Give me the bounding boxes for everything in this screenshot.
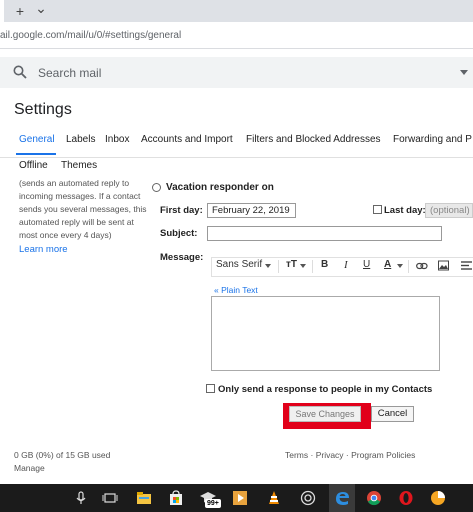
footer-links[interactable]: Terms · Privacy · Program Policies — [285, 450, 415, 460]
text-color-icon[interactable]: A — [384, 259, 391, 270]
browser-tab-strip: + ⌄ — [0, 0, 473, 22]
tab-accounts-and-import[interactable]: Accounts and Import — [141, 134, 233, 145]
vlc-icon[interactable] — [266, 490, 282, 506]
first-day-label: First day: — [160, 205, 203, 216]
tab-labels[interactable]: Labels — [66, 134, 95, 145]
tab-offline[interactable]: Offline — [19, 160, 48, 171]
vacation-description-line: sends you several messages, this — [19, 204, 147, 214]
last-day-checkbox[interactable] — [373, 205, 382, 214]
settings-tabs: General Labels Inbox Accounts and Import… — [0, 128, 473, 158]
tab-menu-button[interactable]: ⌄ — [32, 0, 50, 17]
tab-filters[interactable]: Filters and Blocked Addresses — [246, 134, 381, 145]
last-day-label: Last day: — [384, 205, 426, 216]
storage-usage: 0 GB (0%) of 15 GB used — [14, 450, 111, 460]
new-tab-button[interactable]: + — [11, 2, 29, 20]
opera-icon[interactable] — [398, 490, 414, 506]
vacation-on-label[interactable]: Vacation responder on — [166, 182, 274, 193]
url-text[interactable]: ail.google.com/mail/u/0/#settings/genera… — [0, 30, 181, 41]
subject-label: Subject: — [160, 228, 198, 239]
learn-more-link[interactable]: Learn more — [19, 244, 68, 255]
align-icon[interactable] — [461, 261, 472, 270]
subject-field[interactable] — [207, 226, 442, 241]
file-explorer-icon[interactable] — [136, 490, 152, 506]
search-input[interactable]: Search mail — [38, 66, 101, 80]
page-title: Settings — [14, 101, 72, 118]
chevron-down-icon[interactable] — [397, 264, 403, 268]
tab-themes[interactable]: Themes — [61, 160, 97, 171]
store-icon[interactable] — [168, 490, 184, 506]
last-day-field[interactable]: (optional) — [425, 203, 473, 218]
vacation-on-radio[interactable] — [152, 183, 161, 192]
tab-general[interactable]: General — [19, 134, 55, 145]
bold-icon[interactable]: B — [321, 259, 328, 270]
toolbar-divider — [312, 260, 313, 273]
chrome-icon[interactable] — [366, 490, 382, 506]
message-label: Message: — [160, 252, 204, 263]
font-size-icon[interactable]: тT — [286, 259, 297, 270]
edge-icon[interactable] — [334, 490, 350, 506]
tab-forwarding[interactable]: Forwarding and P — [393, 134, 472, 145]
italic-icon[interactable]: I — [344, 259, 348, 271]
notification-badge: 99+ — [205, 499, 221, 508]
toolbar-divider — [408, 260, 409, 273]
pie-chart-icon[interactable] — [430, 490, 446, 506]
font-select[interactable]: Sans Serif — [216, 259, 262, 270]
image-icon[interactable] — [438, 260, 449, 271]
chevron-down-icon[interactable] — [265, 264, 271, 268]
manage-storage-link[interactable]: Manage — [14, 463, 45, 473]
media-player-icon[interactable] — [232, 490, 248, 506]
contacts-only-checkbox[interactable] — [206, 384, 215, 393]
search-bar[interactable]: Search mail — [0, 57, 473, 88]
cancel-button[interactable]: Cancel — [371, 406, 414, 422]
active-tab-indicator — [16, 153, 56, 155]
vacation-description-line: automated reply will be sent at — [19, 217, 134, 227]
task-view-icon[interactable] — [102, 490, 118, 506]
toolbar-divider — [278, 260, 279, 273]
plain-text-link[interactable]: « Plain Text — [214, 285, 258, 295]
tab-edge — [0, 0, 4, 22]
search-icon[interactable] — [13, 65, 27, 79]
vacation-description-line: incoming messages. If a contact — [19, 191, 141, 201]
address-bar[interactable]: ail.google.com/mail/u/0/#settings/genera… — [0, 22, 473, 49]
search-options-icon[interactable] — [460, 70, 468, 75]
link-icon[interactable] — [416, 262, 428, 270]
chevron-down-icon[interactable] — [300, 264, 306, 268]
vacation-description-line: (sends an automated reply to — [19, 178, 130, 188]
contacts-only-label: Only send a response to people in my Con… — [218, 384, 433, 395]
message-editor[interactable] — [211, 296, 440, 371]
first-day-field[interactable]: February 22, 2019 — [207, 203, 296, 218]
microphone-icon[interactable] — [73, 490, 89, 506]
underline-icon[interactable]: U — [363, 259, 370, 270]
camera-icon[interactable] — [300, 490, 316, 506]
save-changes-button[interactable]: Save Changes — [289, 406, 361, 422]
tab-inbox[interactable]: Inbox — [105, 134, 129, 145]
vacation-description-line: most once every 4 days) — [19, 230, 112, 240]
